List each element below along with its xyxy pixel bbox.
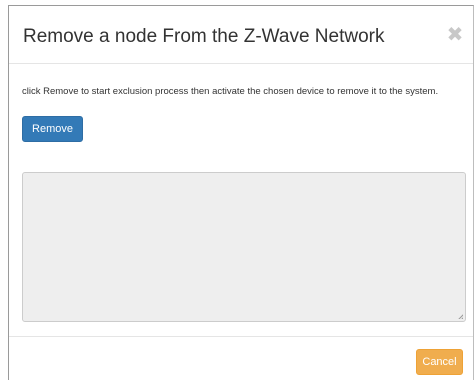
dialog-header: Remove a node From the Z-Wave Network ✖ [9, 6, 473, 64]
remove-button[interactable]: Remove [22, 116, 83, 142]
instructions-text: click Remove to start exclusion process … [22, 86, 439, 97]
dialog-body: click Remove to start exclusion process … [9, 64, 473, 336]
cancel-button[interactable]: Cancel [416, 349, 463, 375]
resize-grip-icon[interactable] [457, 313, 463, 319]
exclusion-log-textarea[interactable] [22, 172, 466, 322]
remove-node-dialog: Remove a node From the Z-Wave Network ✖ … [8, 5, 474, 380]
dialog-title: Remove a node From the Z-Wave Network [23, 26, 385, 47]
close-icon[interactable]: ✖ [445, 24, 465, 46]
dialog-footer: Cancel [9, 336, 473, 381]
